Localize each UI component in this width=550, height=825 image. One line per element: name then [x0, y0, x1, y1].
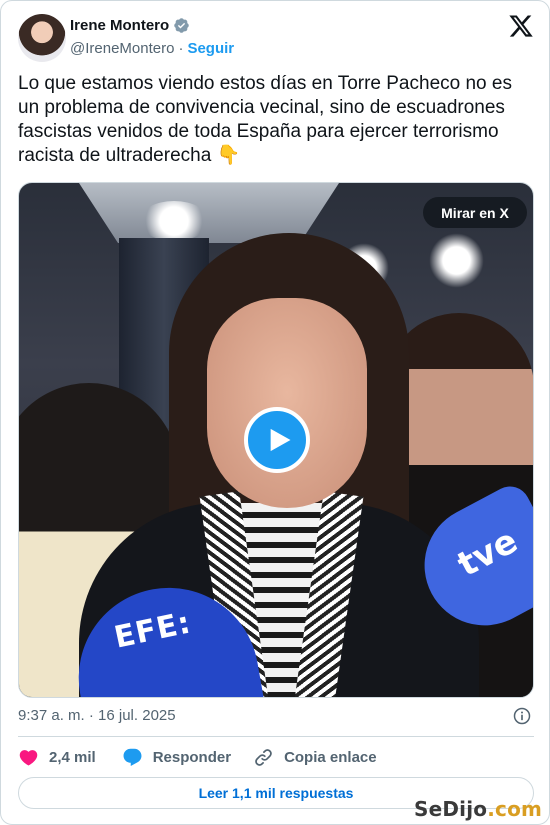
tweet-card: Irene Montero @IreneMontero · Seguir Lo …	[0, 0, 550, 825]
copy-link-button[interactable]: Copia enlace	[253, 747, 377, 768]
avatar[interactable]	[18, 14, 66, 62]
like-button[interactable]: 2,4 mil	[18, 747, 96, 768]
reply-bubble-icon	[123, 748, 142, 766]
tweet-text: Lo que estamos viendo estos días en Torr…	[18, 73, 512, 166]
like-count: 2,4 mil	[49, 748, 96, 766]
watermark-part1: SeDijo	[414, 797, 488, 821]
separator-dot: ·	[178, 40, 184, 57]
play-button[interactable]	[244, 407, 310, 473]
play-icon	[270, 428, 290, 452]
scene-light	[139, 201, 209, 241]
author-name-row: Irene Montero	[70, 17, 190, 34]
link-icon	[255, 748, 272, 766]
watermark-logo: SeDijo.com	[414, 797, 542, 821]
reply-button[interactable]: Responder	[122, 747, 231, 768]
author-name[interactable]: Irene Montero	[70, 17, 169, 34]
follow-button[interactable]: Seguir	[187, 40, 234, 57]
reply-label: Responder	[152, 748, 232, 766]
scene-light	[429, 233, 484, 288]
verified-badge-icon	[174, 18, 189, 33]
author-handle[interactable]: @IreneMontero	[70, 40, 174, 57]
copy-link-label: Copia enlace	[284, 748, 377, 766]
heart-icon	[19, 749, 38, 766]
x-logo-icon[interactable]	[508, 13, 534, 39]
action-bar: 2,4 mil Responder Copia enlace	[18, 745, 377, 769]
divider	[18, 736, 534, 737]
author-handle-row: @IreneMontero · Seguir	[70, 40, 234, 57]
info-icon[interactable]	[512, 706, 532, 726]
tweet-timestamp[interactable]: 9:37 a. m. · 16 jul. 2025	[18, 707, 176, 724]
video-player[interactable]: EFE: tve Mirar en X	[18, 182, 534, 698]
watch-on-x-button[interactable]: Mirar en X	[423, 197, 527, 228]
scene-speaker-face	[207, 298, 367, 508]
watermark-part2: .com	[487, 797, 543, 821]
